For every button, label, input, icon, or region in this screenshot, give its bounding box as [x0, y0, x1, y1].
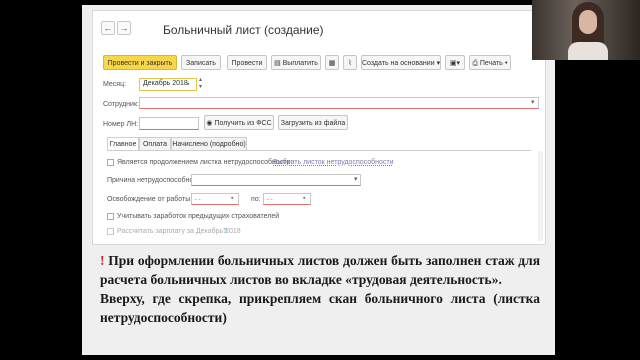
calendar-icon[interactable]: ▪	[187, 80, 189, 90]
title-bar: ← → Больничный лист (создание)	[93, 11, 545, 45]
pay-label: Выплатить	[282, 60, 318, 67]
calendar-icon[interactable]: ▪	[231, 194, 233, 204]
month-stepper[interactable]: ▴ ▾	[199, 77, 202, 91]
post-button[interactable]: Провести	[227, 55, 267, 70]
pay-button[interactable]: ▤ Выплатить	[271, 55, 321, 70]
previous-insurers-label: Учитывать заработок предыдущих страховат…	[117, 213, 280, 220]
document-window: ← → Больничный лист (создание) Провести …	[92, 10, 546, 245]
release-from-label: Освобождение от работы с:	[107, 196, 198, 203]
create-based-on-button[interactable]: Создать на основании ▾	[361, 55, 441, 70]
print-label: Печать	[479, 60, 503, 67]
release-to-label: по:	[251, 196, 261, 203]
instruction-note: ! При оформлении больничных листов долже…	[100, 251, 540, 327]
paperclip-icon[interactable]: ⌇	[343, 55, 357, 70]
get-from-fss-button[interactable]: ◉ Получить из ФСС	[204, 115, 274, 130]
note-text-1: При оформлении больничных листов должен …	[100, 253, 541, 287]
presenter-shirt	[568, 42, 608, 60]
attachment-list-icon[interactable]: ▦	[325, 55, 339, 70]
help-icon[interactable]: ?	[223, 228, 227, 235]
presenter-face	[579, 10, 597, 34]
pay-icon: ▤	[274, 60, 283, 67]
note-paragraph-1: ! При оформлении больничных листов долже…	[100, 251, 540, 289]
tab-payment[interactable]: Оплата	[139, 137, 171, 151]
month-label: Месяц:	[103, 81, 127, 88]
reason-field[interactable]	[191, 174, 361, 186]
sick-leave-number-field[interactable]	[139, 117, 199, 130]
sick-leave-number-label: Номер ЛН:	[103, 121, 139, 128]
printer-icon: ⎙	[472, 60, 480, 67]
chevron-down-icon[interactable]: ▾	[354, 175, 358, 185]
continuation-label: Является продолжением листка нетрудоспос…	[117, 159, 293, 166]
employee-field[interactable]	[139, 97, 539, 109]
chevron-down-icon[interactable]: ▾	[531, 98, 535, 108]
scrollbar[interactable]	[538, 151, 543, 241]
note-paragraph-2: Вверху, где скрепка, прикрепляем скан бо…	[100, 291, 540, 325]
report-menu-button[interactable]: ▣▾	[445, 55, 465, 70]
webcam-overlay	[532, 0, 640, 60]
create-based-on-label: Создать на основании	[362, 60, 435, 67]
chevron-down-icon: ▾	[434, 60, 441, 67]
tab-divider	[107, 150, 531, 151]
employee-label: Сотрудник:	[103, 101, 139, 108]
tab-main[interactable]: Главное	[107, 137, 139, 151]
save-button[interactable]: Записать	[181, 55, 221, 70]
previous-insurers-checkbox[interactable]	[107, 213, 114, 220]
back-button[interactable]: ←	[101, 21, 115, 35]
chevron-down-icon: ▾	[502, 60, 508, 67]
calc-salary-checkbox[interactable]	[107, 228, 114, 235]
window-title: Больничный лист (создание)	[163, 23, 324, 37]
continuation-checkbox[interactable]	[107, 159, 114, 166]
forward-button[interactable]: →	[117, 21, 131, 35]
load-from-file-button[interactable]: Загрузить из файла	[278, 115, 348, 130]
calendar-icon[interactable]: ▪	[303, 194, 305, 204]
print-button[interactable]: ⎙ Печать ▾	[469, 55, 511, 70]
post-and-close-button[interactable]: Провести и закрыть	[103, 55, 177, 70]
tab-accrued-detailed[interactable]: Начислено (подробно)	[171, 137, 247, 151]
select-sick-leave-link[interactable]: Выбрать листок нетрудоспособности	[273, 159, 394, 166]
get-from-fss-label: Получить из ФСС	[214, 120, 272, 127]
slide: ← → Больничный лист (создание) Провести …	[82, 5, 555, 355]
exclamation-mark: !	[100, 253, 105, 268]
